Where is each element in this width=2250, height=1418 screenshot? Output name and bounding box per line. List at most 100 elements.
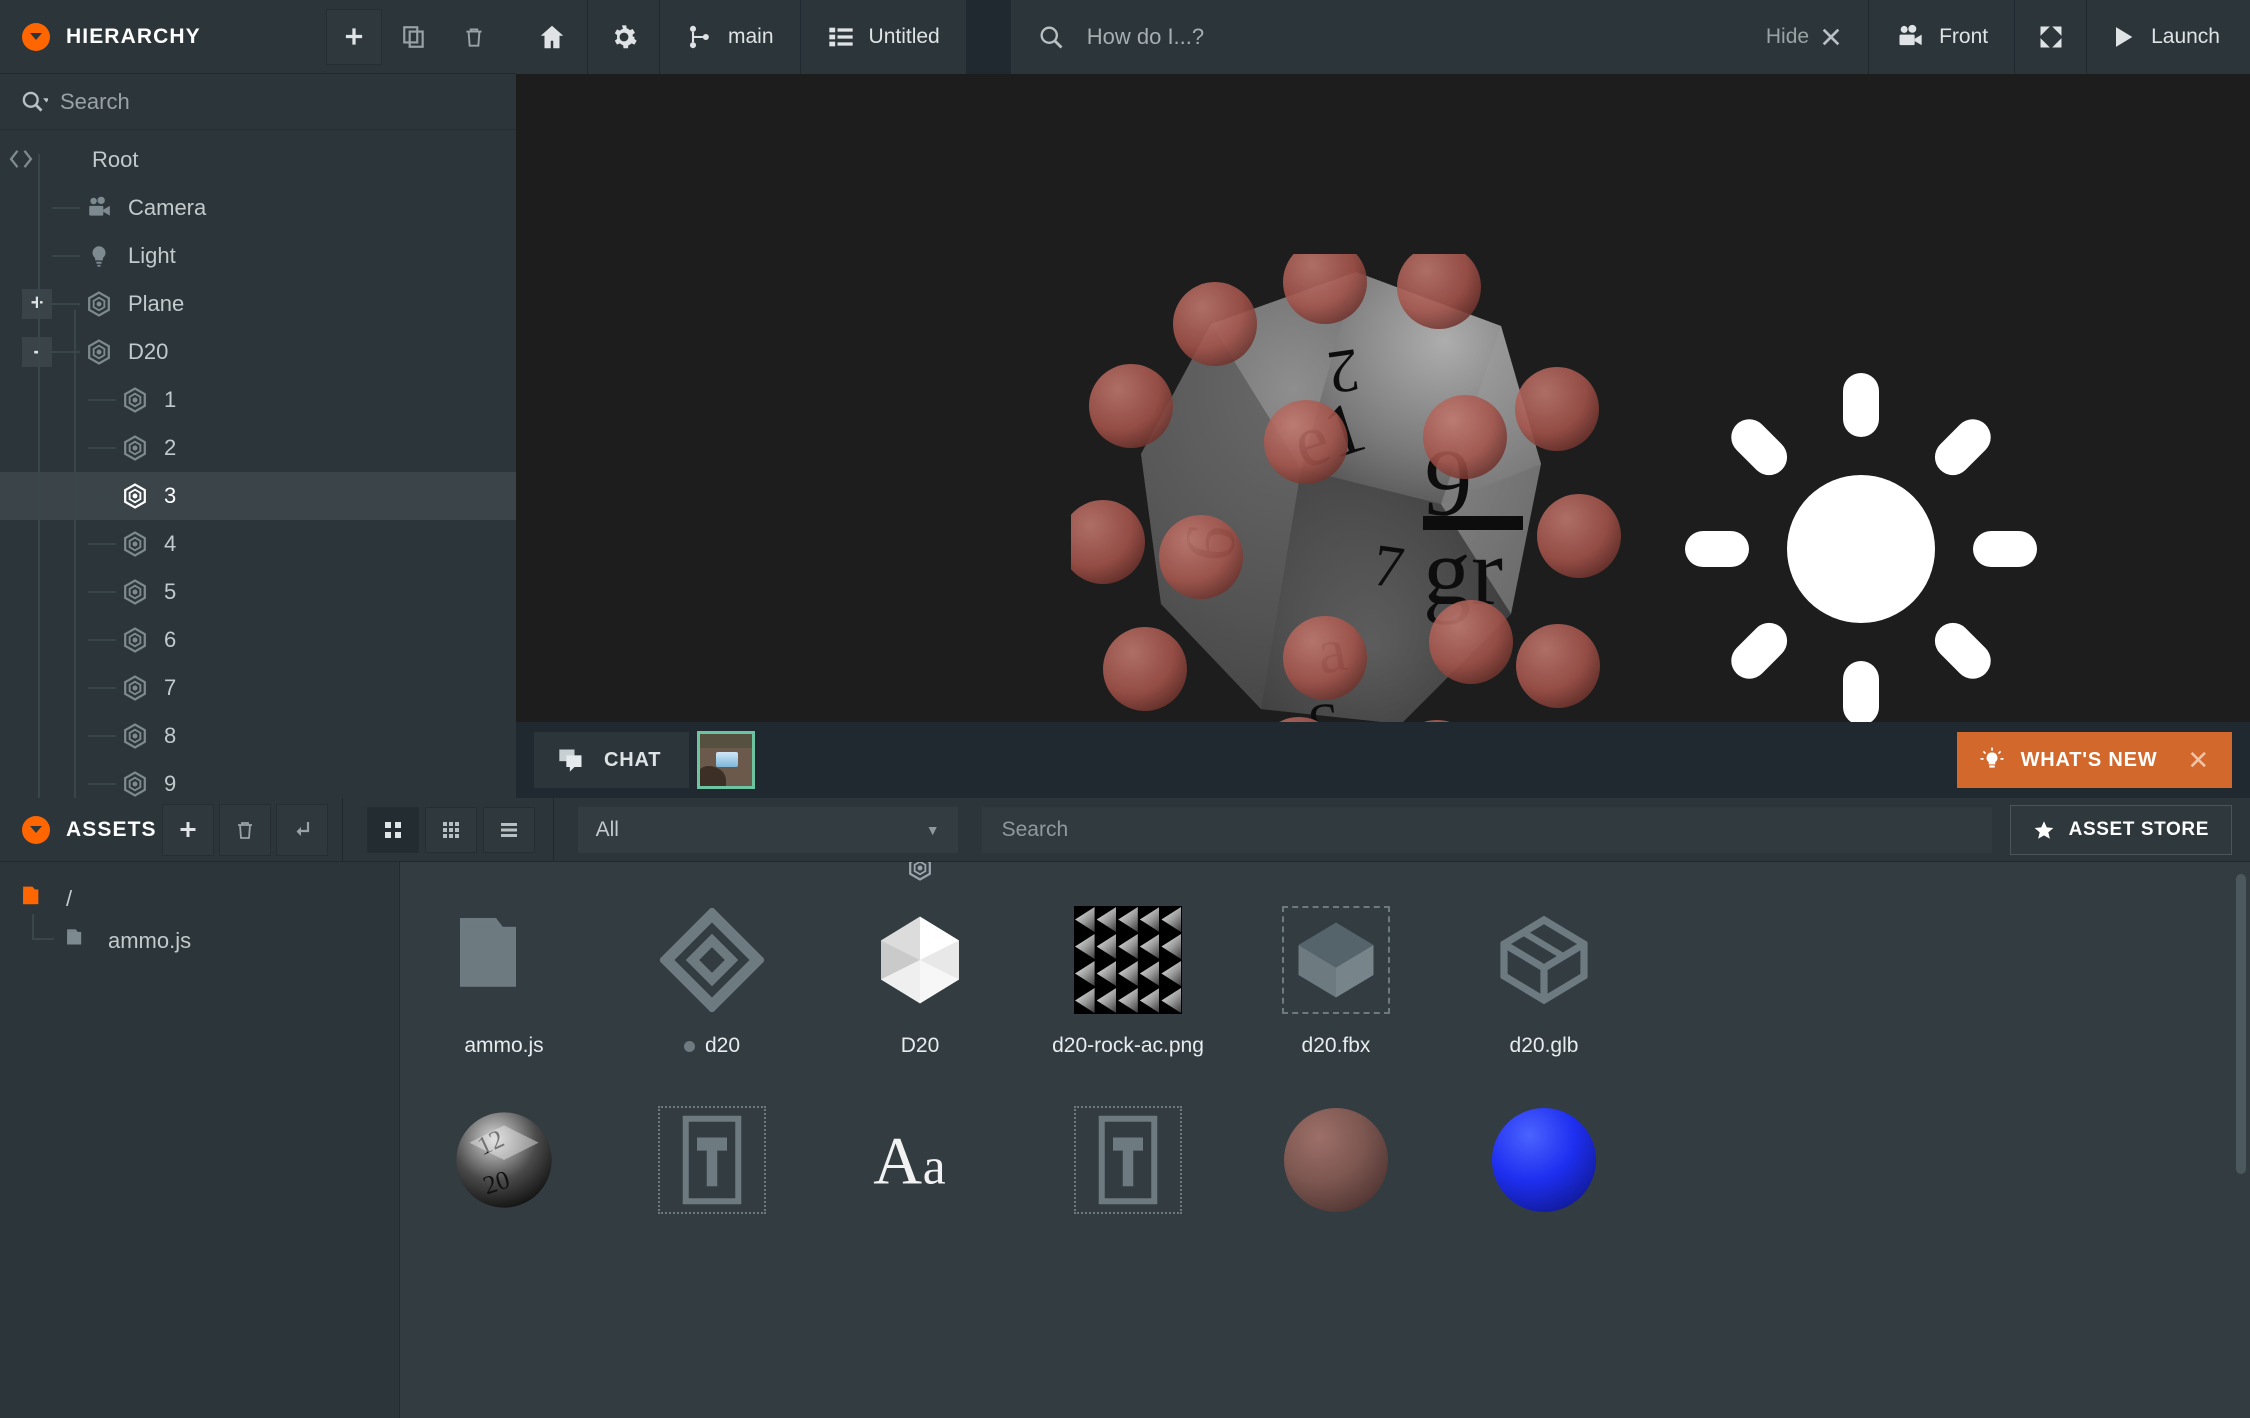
hierarchy-toggle-plane[interactable]: + bbox=[22, 289, 52, 319]
hide-search-button[interactable]: Hide bbox=[1766, 25, 1842, 49]
asset-item-dice-render[interactable]: 12 20 bbox=[400, 1080, 608, 1280]
asset-thumbnail bbox=[866, 906, 974, 1014]
return-arrow-icon bbox=[296, 821, 309, 836]
entity-icon bbox=[124, 771, 146, 797]
hide-label: Hide bbox=[1765, 25, 1810, 48]
hierarchy-item-label: D20 bbox=[128, 339, 169, 364]
hierarchy-item-root[interactable]: Root bbox=[0, 136, 516, 184]
asset-item-d20-glb[interactable]: d20.glb bbox=[1440, 880, 1648, 1080]
branch-button[interactable]: main bbox=[660, 0, 801, 74]
asset-item-label: d20.fbx bbox=[1301, 1034, 1371, 1057]
camera-icon bbox=[84, 193, 114, 223]
launch-button[interactable]: Launch bbox=[2086, 0, 2250, 74]
asset-item-text-asset[interactable] bbox=[608, 1080, 816, 1280]
user-avatar[interactable] bbox=[697, 731, 756, 789]
delete-entity-button[interactable] bbox=[446, 9, 502, 65]
hierarchy-item-1[interactable]: 1 bbox=[0, 376, 516, 424]
asset-search-input[interactable]: Search bbox=[981, 806, 1992, 853]
hierarchy-item-5[interactable]: 5 bbox=[0, 568, 516, 616]
asset-folder-ammo-js[interactable]: ammo.js bbox=[22, 920, 399, 962]
hierarchy-item-4[interactable]: 4 bbox=[0, 520, 516, 568]
folder-guide-line bbox=[32, 914, 34, 940]
camera-view-button[interactable]: Front bbox=[1868, 0, 2015, 74]
entity-icon bbox=[124, 387, 146, 413]
hierarchy-item-label: 7 bbox=[164, 675, 177, 700]
folder-icon bbox=[460, 918, 516, 987]
delete-asset-button[interactable] bbox=[218, 803, 271, 856]
asset-item-d20-fbx[interactable]: d20.fbx bbox=[1232, 880, 1440, 1080]
asset-item-d20[interactable]: d20 bbox=[608, 880, 816, 1080]
settings-button[interactable] bbox=[588, 0, 660, 74]
help-search-input[interactable]: How do I...? Hide bbox=[1010, 0, 1869, 74]
camera-label: Front bbox=[1939, 25, 1989, 48]
3d-viewport[interactable]: e1 7 9 gr 6 a 2 3 bbox=[516, 74, 2250, 722]
asset-item-ammo-js[interactable]: ammo.js bbox=[400, 880, 608, 1080]
view-mode-small-grid[interactable] bbox=[424, 806, 477, 853]
move-asset-button[interactable] bbox=[275, 803, 328, 856]
chat-button[interactable]: CHAT bbox=[534, 732, 690, 788]
asset-thumbnail: 12 20 bbox=[450, 1106, 558, 1214]
tree-guide-line bbox=[88, 447, 116, 449]
asset-store-button[interactable]: ASSET STORE bbox=[2009, 804, 2232, 855]
hierarchy-search-input[interactable]: Search bbox=[0, 74, 516, 130]
entity-icon bbox=[124, 435, 146, 461]
fullscreen-button[interactable] bbox=[2014, 0, 2087, 74]
asset-folder-root[interactable]: / bbox=[22, 878, 399, 920]
assets-collapse-icon[interactable] bbox=[22, 815, 50, 844]
list-icon bbox=[828, 27, 853, 47]
home-button[interactable] bbox=[516, 0, 588, 74]
whats-new-banner[interactable]: WHAT'S NEW ✕ bbox=[1956, 732, 2232, 788]
hierarchy-item-8[interactable]: 8 bbox=[0, 712, 516, 760]
home-icon bbox=[540, 25, 563, 49]
asset-item-material-blue-sphere[interactable] bbox=[1440, 1080, 1648, 1280]
chevron-down-icon: ▼ bbox=[925, 821, 940, 838]
add-asset-button[interactable] bbox=[161, 803, 214, 856]
asset-thumbnail bbox=[1074, 1106, 1182, 1214]
add-entity-button[interactable] bbox=[326, 8, 382, 65]
d20-dice-mesh: e1 7 9 gr 6 a 2 3 bbox=[1061, 240, 1641, 722]
hierarchy-collapse-icon[interactable] bbox=[22, 22, 50, 51]
view-mode-large-grid[interactable] bbox=[366, 806, 419, 853]
asset-item-d20-rock-ac-png[interactable]: d20-rock-ac.png bbox=[1024, 880, 1232, 1080]
hierarchy-item-6[interactable]: 6 bbox=[0, 616, 516, 664]
tree-guide-line bbox=[52, 207, 80, 209]
hierarchy-item-label: 8 bbox=[164, 723, 177, 748]
hierarchy-item-7[interactable]: 7 bbox=[0, 664, 516, 712]
entity-icon bbox=[124, 627, 146, 653]
tree-guide-line bbox=[88, 543, 116, 545]
asset-item-d20[interactable]: D20 bbox=[816, 862, 1024, 1080]
hierarchy-item-label: 3 bbox=[164, 483, 177, 508]
whats-new-close-button[interactable]: ✕ bbox=[2187, 745, 2210, 776]
scene-button[interactable]: Untitled bbox=[800, 0, 967, 74]
play-icon bbox=[2116, 27, 2133, 47]
chat-icon bbox=[559, 749, 582, 772]
asset-thumbnail bbox=[450, 906, 558, 1014]
launch-label: Launch bbox=[2151, 25, 2220, 48]
hierarchy-item-3[interactable]: 3 bbox=[0, 472, 516, 520]
asset-type-filter[interactable]: All ▼ bbox=[577, 806, 958, 853]
tree-guide-line bbox=[88, 591, 116, 593]
hierarchy-item-2[interactable]: 2 bbox=[0, 424, 516, 472]
entity-icon bbox=[84, 289, 114, 319]
asset-grid-scrollbar[interactable] bbox=[2236, 874, 2246, 1174]
asset-item-label: D20 bbox=[900, 1034, 940, 1057]
hierarchy-item-9[interactable]: 9 bbox=[0, 760, 516, 798]
hierarchy-tree[interactable]: Root Camera Light + Plane - D20 1 2 3 4 … bbox=[0, 130, 516, 798]
duplicate-entity-button[interactable] bbox=[386, 9, 442, 65]
asset-folder-tree[interactable]: / ammo.js bbox=[0, 862, 400, 1418]
entity-icon bbox=[906, 862, 934, 887]
assets-panel: ASSETS All ▼ Search ASSET STORE / ammo.j… bbox=[0, 798, 2250, 1418]
light-sun-gizmo[interactable] bbox=[1661, 349, 2061, 722]
hierarchy-item-label: 6 bbox=[164, 627, 177, 652]
view-mode-list[interactable] bbox=[482, 806, 535, 853]
asset-item-material-red-sphere[interactable] bbox=[1232, 1080, 1440, 1280]
material-sphere-icon bbox=[1492, 1108, 1596, 1212]
hierarchy-toggle-d20[interactable]: - bbox=[22, 337, 52, 367]
tree-guide-line bbox=[88, 495, 116, 497]
branch-label: main bbox=[728, 25, 774, 48]
hierarchy-item-label: Plane bbox=[128, 291, 185, 316]
asset-item-font-aa[interactable]: A a bbox=[816, 1080, 1024, 1280]
asset-item-text-asset[interactable] bbox=[1024, 1080, 1232, 1280]
light-bulb-icon bbox=[1979, 747, 2004, 768]
asset-grid[interactable]: ammo.js d20 D20 d20-rock-ac.png d20.fbx d… bbox=[400, 862, 2250, 1418]
